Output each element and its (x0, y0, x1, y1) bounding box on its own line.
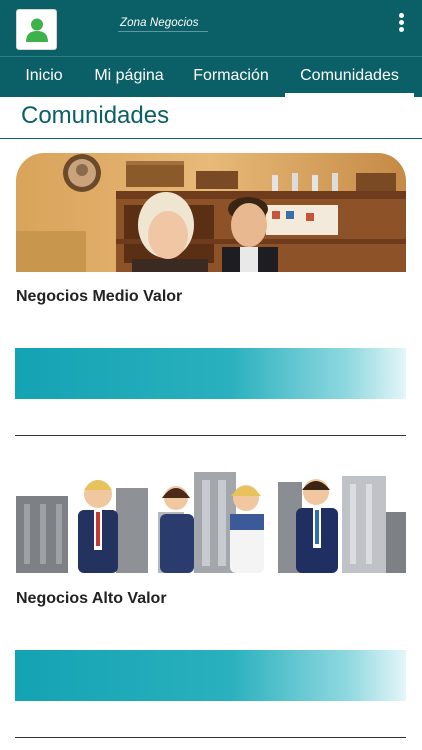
app-brand: Zona Negocios (120, 17, 199, 29)
tab-inicio[interactable]: Inicio (12, 57, 76, 97)
user-icon (26, 18, 48, 42)
page-title: Comunidades (21, 102, 170, 129)
brand-underline (118, 31, 208, 32)
app-header: Zona Negocios (0, 0, 422, 56)
shop-owners-photo[interactable] (16, 153, 406, 272)
card-divider (15, 435, 406, 436)
tab-formacion[interactable]: Formación (184, 57, 278, 97)
tab-mi-pagina[interactable]: Mi página (84, 57, 174, 97)
community-name[interactable]: Negocios Alto Valor (16, 590, 167, 608)
community-join-button[interactable] (15, 650, 406, 701)
community-name[interactable]: Negocios Medio Valor (16, 288, 182, 306)
tab-comunidades[interactable]: Comunidades (285, 57, 414, 97)
title-divider (0, 138, 422, 139)
main-nav: Inicio Mi página Formación Comunidades (0, 56, 422, 97)
profile-button[interactable] (16, 9, 57, 50)
business-people-illustration[interactable] (16, 452, 406, 573)
card-divider (15, 737, 406, 738)
kebab-menu-icon[interactable] (392, 12, 410, 36)
community-join-button[interactable] (15, 348, 406, 399)
